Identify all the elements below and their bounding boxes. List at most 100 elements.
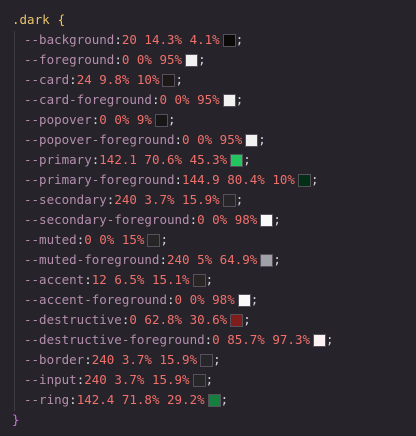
colon: : (114, 52, 122, 67)
open-brace: { (57, 12, 66, 27)
property-value: 240 3.7% 15.9% (91, 352, 198, 367)
property-value: 0 0% 98% (174, 292, 235, 307)
declaration-line: --accent: 12 6.5% 15.1% ; (12, 270, 213, 290)
declaration-line: --accent-foreground: 0 0% 98% ; (12, 290, 258, 310)
property-name: --muted (24, 232, 77, 247)
property-value: 0 85.7% 97.3% (212, 332, 310, 347)
declaration-line: --primary: 142.1 70.6% 45.3% ; (12, 150, 251, 170)
property-value: 20 14.3% 4.1% (121, 32, 220, 47)
property-name: --popover (24, 112, 92, 127)
property-value: 142.4 71.8% 29.2% (76, 392, 205, 407)
property-value: 0 0% 9% (99, 112, 152, 127)
semicolon: ; (198, 52, 206, 67)
property-value: 144.9 80.4% 10% (182, 172, 295, 187)
colon: : (106, 192, 115, 207)
css-selector: .dark (12, 12, 50, 27)
property-name: --secondary (24, 192, 107, 207)
color-swatch-icon[interactable] (230, 313, 244, 327)
property-name: --ring (24, 392, 70, 407)
colon: : (121, 312, 130, 327)
semicolon: ; (273, 252, 281, 267)
property-value: 142.1 70.6% 45.3% (99, 152, 228, 167)
color-swatch-icon[interactable] (162, 73, 176, 87)
declaration-line: --destructive-foreground: 0 85.7% 97.3% … (12, 330, 334, 350)
colon: : (76, 372, 85, 387)
color-swatch-icon[interactable] (230, 153, 244, 167)
property-value: 0 62.8% 30.6% (129, 312, 228, 327)
colon: : (69, 72, 77, 87)
property-name: --accent-foreground (24, 292, 167, 307)
semicolon: ; (273, 212, 281, 227)
property-value: 240 5% 64.9% (167, 252, 258, 267)
colon: : (69, 392, 77, 407)
property-value: 0 0% 95% (159, 92, 220, 107)
property-name: --accent (24, 272, 85, 287)
color-swatch-icon[interactable] (297, 173, 311, 187)
semicolon: ; (235, 92, 244, 107)
colon: : (189, 212, 198, 227)
colon: : (76, 232, 85, 247)
color-swatch-icon[interactable] (222, 33, 236, 47)
colon: : (84, 272, 92, 287)
property-name: --primary (24, 152, 92, 167)
color-swatch-icon[interactable] (260, 213, 274, 227)
colon: : (167, 292, 175, 307)
color-swatch-icon[interactable] (313, 333, 326, 347)
color-swatch-icon[interactable] (245, 133, 259, 147)
colon: : (91, 112, 100, 127)
property-value: 240 3.7% 15.9% (114, 192, 220, 207)
property-name: --primary-foreground (24, 172, 175, 187)
semicolon: ; (235, 32, 244, 47)
selector-line: .dark { (12, 10, 65, 30)
semicolon: ; (205, 372, 214, 387)
color-swatch-icon[interactable] (185, 53, 199, 67)
declaration-line: --card: 24 9.8% 10% ; (12, 70, 183, 90)
property-value: 240 3.7% 15.9% (84, 372, 190, 387)
property-name: --foreground (24, 52, 115, 67)
color-swatch-icon[interactable] (207, 393, 221, 407)
code-editor[interactable]: .dark { --background: 20 14.3% 4.1% ; --f… (0, 0, 416, 436)
semicolon: ; (167, 112, 176, 127)
property-name: --border (24, 352, 85, 367)
close-brace: } (12, 412, 20, 427)
semicolon: ; (220, 392, 229, 407)
semicolon: ; (243, 152, 251, 167)
colon: : (114, 32, 122, 47)
color-swatch-icon[interactable] (200, 353, 214, 367)
color-swatch-icon[interactable] (260, 253, 274, 267)
color-swatch-icon[interactable] (192, 273, 206, 287)
color-swatch-icon[interactable] (222, 93, 236, 107)
property-value: 0 0% 95% (182, 132, 243, 147)
property-value: 0 0% 15% (84, 232, 145, 247)
colon: : (159, 252, 167, 267)
declaration-line: --ring: 142.4 71.8% 29.2% ; (12, 390, 228, 410)
semicolon: ; (243, 312, 251, 327)
declaration-line: --popover-foreground: 0 0% 95% ; (12, 130, 266, 150)
semicolon: ; (160, 232, 168, 247)
declaration-line: --muted: 0 0% 15% ; (12, 230, 168, 250)
property-value: 12 6.5% 15.1% (91, 272, 190, 287)
property-value: 0 0% 98% (197, 212, 258, 227)
colon: : (151, 92, 160, 107)
color-swatch-icon[interactable] (192, 373, 206, 387)
declaration-line: --card-foreground: 0 0% 95% ; (12, 90, 243, 110)
colon: : (84, 352, 92, 367)
semicolon: ; (250, 292, 259, 307)
property-name: --card (24, 72, 70, 87)
declaration-line: --input: 240 3.7% 15.9% ; (12, 370, 213, 390)
property-name: --destructive-foreground (24, 332, 205, 347)
semicolon: ; (258, 132, 266, 147)
colon: : (174, 132, 183, 147)
declaration-line: --border: 240 3.7% 15.9% ; (12, 350, 221, 370)
property-value: 24 9.8% 10% (76, 72, 160, 87)
color-swatch-icon[interactable] (237, 293, 251, 307)
color-swatch-icon[interactable] (154, 113, 168, 127)
declaration-line: --background: 20 14.3% 4.1% ; (12, 30, 243, 50)
declaration-line: --destructive: 0 62.8% 30.6% ; (12, 310, 251, 330)
color-swatch-icon[interactable] (222, 193, 236, 207)
semicolon: ; (213, 352, 221, 367)
property-name: --input (24, 372, 77, 387)
color-swatch-icon[interactable] (147, 233, 161, 247)
property-name: --background (24, 32, 115, 47)
property-name: --popover-foreground (24, 132, 175, 147)
